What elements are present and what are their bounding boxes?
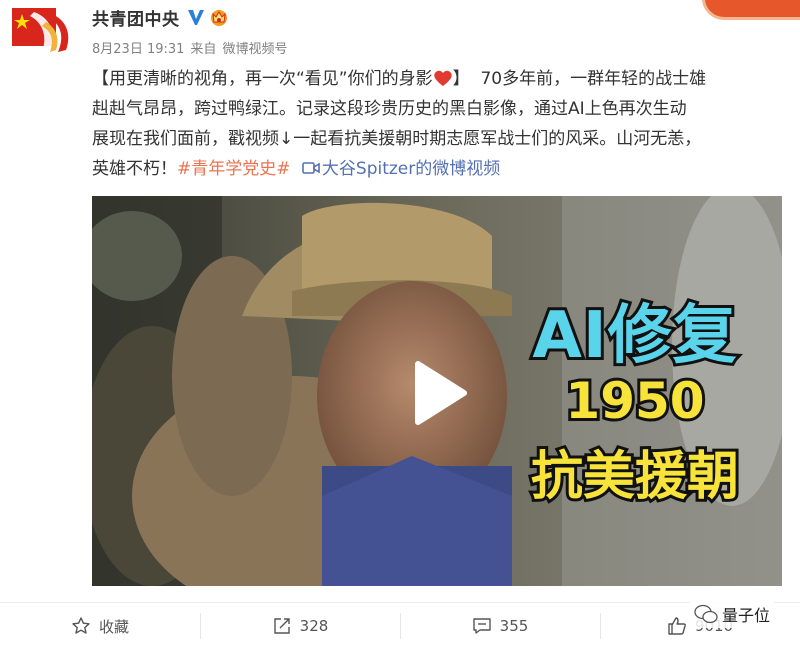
comment-icon [472, 618, 491, 634]
overlay-year: 1950 [562, 369, 707, 433]
play-icon [415, 361, 467, 425]
post-timestamp[interactable]: 8月23日 19:31 [92, 38, 184, 57]
source-link[interactable]: 微博视频号 [222, 38, 287, 57]
overlay-subject: 抗美援朝 [528, 444, 742, 510]
video-source-link[interactable]: 大谷Spitzer的微博视频 [322, 159, 500, 179]
post-text-line1: 70多年前，一群年轻的战士雄 [480, 69, 707, 89]
verified-icon [186, 7, 206, 27]
post-meta: 8月23日 19:31 来自 微博视频号 [92, 38, 287, 57]
video-link-icon [302, 156, 320, 174]
flag-avatar-icon [12, 8, 69, 52]
avatar[interactable] [12, 6, 74, 56]
share-icon [273, 618, 290, 634]
hashtag-link[interactable]: #青年学党史# [177, 159, 291, 179]
action-bar: 收藏 328 355 9010 [0, 602, 800, 649]
watermark-text: 量子位 [721, 606, 770, 625]
heart-emoji-icon [433, 67, 453, 86]
star-icon [72, 617, 90, 634]
repost-button[interactable]: 328 [200, 603, 400, 649]
post-text-line2: 赳赳气昂昂，跨过鸭绿江。记录这段珍贵历史的黑白影像，通过AI上色再次生动 [92, 99, 687, 119]
comment-count: 355 [499, 617, 529, 635]
video-player[interactable]: AI修复 1950 抗美援朝 [92, 196, 782, 586]
author-name[interactable]: 共青团中央 [92, 5, 180, 30]
thumbs-up-icon [668, 617, 686, 635]
post-text-line3: 展现在我们面前，戳视频↓一起看抗美援朝时期志愿军战士们的风采。山河无恙， [92, 129, 702, 149]
crown-badge-icon[interactable] [208, 7, 230, 27]
overlay-ai-restored: AI修复 [529, 296, 739, 376]
wechat-logo-icon [694, 604, 718, 624]
post-title-end: 】 [452, 69, 470, 89]
favorite-label: 收藏 [98, 617, 129, 636]
comment-button[interactable]: 355 [400, 603, 600, 649]
favorite-button[interactable]: 收藏 [0, 603, 200, 649]
post-body: 【用更清晰的视角，再一次“看见”你们的身影】 70多年前，一群年轻的战士雄 赳赳… [92, 64, 784, 184]
post-text-line4: 英雄不朽！ [92, 159, 177, 179]
play-button[interactable] [410, 358, 470, 428]
source-prefix: 来自 [190, 42, 217, 57]
banner-decoration [700, 0, 800, 24]
watermark: 量子位 [689, 600, 774, 628]
post-title: 【用更清晰的视角，再一次“看见”你们的身影 [92, 69, 433, 89]
repost-count: 328 [299, 617, 329, 635]
